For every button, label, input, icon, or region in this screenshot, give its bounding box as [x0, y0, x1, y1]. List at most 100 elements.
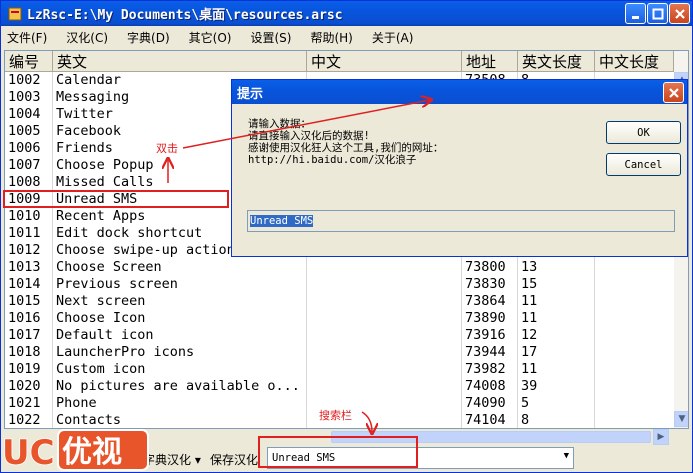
header-english-length[interactable]: 英文长度 — [518, 51, 595, 72]
cell-id[interactable]: 1020 — [5, 378, 53, 395]
cell-addr[interactable]: 73916 — [462, 327, 518, 344]
cell-en[interactable]: Previous screen — [53, 276, 307, 293]
cell-id[interactable]: 1008 — [5, 174, 53, 191]
scroll-right-button[interactable]: ▶ — [653, 429, 669, 445]
app-icon — [7, 6, 23, 22]
cell-zh[interactable] — [307, 276, 462, 293]
cell-enlen[interactable]: 15 — [518, 276, 595, 293]
menu-dictionary[interactable]: 字典(D) — [127, 29, 170, 46]
cell-addr[interactable]: 73890 — [462, 310, 518, 327]
cell-en[interactable]: Custom icon — [53, 361, 307, 378]
cell-id[interactable]: 1017 — [5, 327, 53, 344]
table-row[interactable]: 1017 Default icon 73916 12 — [5, 327, 688, 344]
input-dialog: 提示 请输入数据： 请直接输入汉化后的数据! 感谢使用汉化狂人这个工具,我们的网… — [231, 79, 688, 257]
cell-id[interactable]: 1002 — [5, 72, 53, 89]
cell-id[interactable]: 1014 — [5, 276, 53, 293]
dialog-title-bar[interactable]: 提示 — [232, 80, 687, 104]
cell-addr[interactable]: 74008 — [462, 378, 518, 395]
menu-other[interactable]: 其它(O) — [189, 29, 232, 46]
ok-button[interactable]: OK — [606, 121, 681, 144]
cell-en[interactable]: LauncherPro icons — [53, 344, 307, 361]
cell-id[interactable]: 1012 — [5, 242, 53, 259]
cell-addr[interactable]: 73830 — [462, 276, 518, 293]
dropdown-arrow-icon[interactable]: ▼ — [564, 451, 569, 461]
maximize-button[interactable] — [647, 3, 668, 24]
cell-zh[interactable] — [307, 344, 462, 361]
cell-addr[interactable]: 73864 — [462, 293, 518, 310]
cell-id[interactable]: 1010 — [5, 208, 53, 225]
header-chinese[interactable]: 中文 — [307, 51, 462, 72]
header-english[interactable]: 英文 — [53, 51, 307, 72]
menu-settings[interactable]: 设置(S) — [250, 29, 291, 46]
header-chinese-length[interactable]: 中文长度 — [595, 51, 674, 72]
table-row[interactable]: 1019 Custom icon 73982 11 — [5, 361, 688, 378]
cell-zh[interactable] — [307, 310, 462, 327]
cell-en[interactable]: Default icon — [53, 327, 307, 344]
cell-enlen[interactable]: 8 — [518, 412, 595, 428]
watermark-logo: UC 优视 — [0, 424, 155, 473]
cell-en[interactable]: Next screen — [53, 293, 307, 310]
table-row[interactable]: 1016 Choose Icon 73890 11 — [5, 310, 688, 327]
cell-enlen[interactable]: 11 — [518, 310, 595, 327]
dialog-input[interactable]: Unread SMS — [247, 210, 675, 232]
cell-zh[interactable] — [307, 361, 462, 378]
cell-id[interactable]: 1015 — [5, 293, 53, 310]
cell-id[interactable]: 1011 — [5, 225, 53, 242]
cell-addr[interactable]: 73800 — [462, 259, 518, 276]
cell-id[interactable]: 1004 — [5, 106, 53, 123]
cell-enlen[interactable]: 11 — [518, 293, 595, 310]
cell-id[interactable]: 1019 — [5, 361, 53, 378]
cell-zh[interactable] — [307, 327, 462, 344]
minimize-icon — [631, 15, 639, 19]
cell-enlen[interactable]: 11 — [518, 361, 595, 378]
cell-zh[interactable] — [307, 378, 462, 395]
header-address[interactable]: 地址 — [462, 51, 518, 72]
title-bar[interactable]: LzRsc-E:\My Documents\桌面\resources.arsc — [1, 1, 692, 26]
cell-id[interactable]: 1003 — [5, 89, 53, 106]
table-row[interactable]: 1014 Previous screen 73830 15 — [5, 276, 688, 293]
table-row[interactable]: 1018 LauncherPro icons 73944 17 — [5, 344, 688, 361]
table-header: 编号 英文 中文 地址 英文长度 中文长度 — [5, 51, 688, 72]
cell-en[interactable]: No pictures are available o... — [53, 378, 307, 395]
minimize-button[interactable] — [625, 3, 646, 24]
menu-localize[interactable]: 汉化(C) — [66, 29, 108, 46]
table-row[interactable]: 1015 Next screen 73864 11 — [5, 293, 688, 310]
cell-id[interactable]: 1016 — [5, 310, 53, 327]
dialog-input-selection: Unread SMS — [250, 215, 314, 227]
cell-addr[interactable]: 74104 — [462, 412, 518, 428]
cell-enlen[interactable]: 39 — [518, 378, 595, 395]
table-row[interactable]: 1013 Choose Screen 73800 13 — [5, 259, 688, 276]
menu-help[interactable]: 帮助(H) — [310, 29, 352, 46]
menu-bar: 文件(F) 汉化(C) 字典(D) 其它(O) 设置(S) 帮助(H) 关于(A… — [1, 26, 692, 48]
cell-addr[interactable]: 73982 — [462, 361, 518, 378]
table-row[interactable]: 1020 No pictures are available o... 74008 3… — [5, 378, 688, 395]
cell-enlen[interactable]: 12 — [518, 327, 595, 344]
cell-addr[interactable]: 73944 — [462, 344, 518, 361]
cell-id[interactable]: 1005 — [5, 123, 53, 140]
dialog-close-button[interactable] — [663, 82, 684, 103]
cell-id[interactable]: 1021 — [5, 395, 53, 412]
header-id[interactable]: 编号 — [5, 51, 53, 72]
cell-addr[interactable]: 74090 — [462, 395, 518, 412]
cell-enlen[interactable]: 5 — [518, 395, 595, 412]
scroll-down-button[interactable]: ▼ — [674, 411, 688, 427]
menu-file[interactable]: 文件(F) — [7, 29, 47, 46]
cell-en[interactable]: Phone — [53, 395, 307, 412]
search-bar-annotation: 搜索栏 — [319, 409, 352, 422]
cell-id[interactable]: 1018 — [5, 344, 53, 361]
cell-zh[interactable] — [307, 259, 462, 276]
cell-en[interactable]: Choose Icon — [53, 310, 307, 327]
menu-about[interactable]: 关于(A) — [372, 29, 414, 46]
cell-id[interactable]: 1013 — [5, 259, 53, 276]
save-localize-button[interactable]: 保存汉化 — [210, 451, 258, 468]
cell-id[interactable]: 1006 — [5, 140, 53, 157]
svg-text:UC: UC — [2, 433, 55, 473]
dialog-title: 提示 — [237, 86, 264, 102]
cell-enlen[interactable]: 17 — [518, 344, 595, 361]
cancel-button[interactable]: Cancel — [606, 153, 681, 176]
cell-id[interactable]: 1007 — [5, 157, 53, 174]
cell-enlen[interactable]: 13 — [518, 259, 595, 276]
cell-en[interactable]: Choose Screen — [53, 259, 307, 276]
cell-zh[interactable] — [307, 293, 462, 310]
close-button[interactable] — [669, 3, 690, 24]
